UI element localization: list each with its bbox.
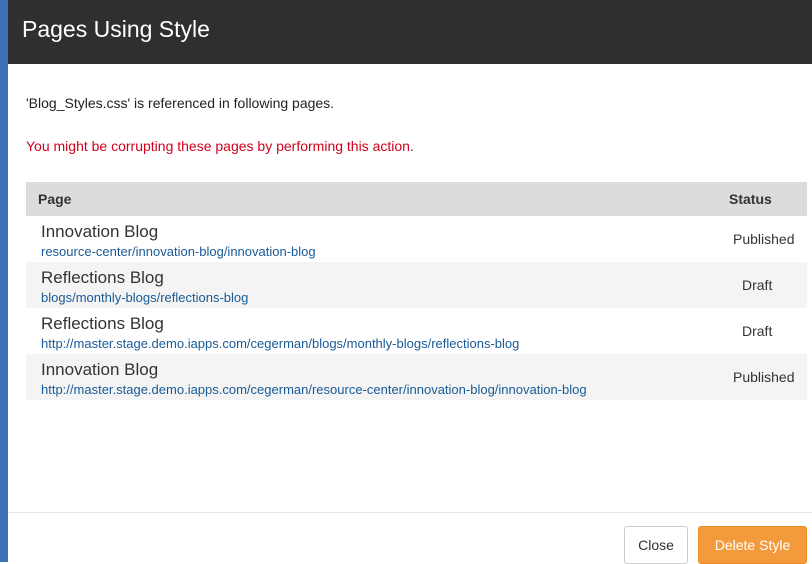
pages-table: Page Status Innovation Blog resource-cen…: [26, 182, 807, 400]
delete-style-button[interactable]: Delete Style: [698, 526, 807, 564]
page-status: Draft: [742, 277, 773, 293]
table-row: Reflections Blog http://master.stage.dem…: [26, 308, 807, 354]
table-row: Reflections Blog blogs/monthly-blogs/ref…: [26, 262, 807, 308]
close-button[interactable]: Close: [624, 526, 688, 564]
page-status: Published: [733, 369, 795, 385]
page-link[interactable]: resource-center/innovation-blog/innovati…: [41, 244, 316, 259]
pages-using-style-modal: Pages Using Style 'Blog_Styles.css' is r…: [8, 0, 812, 564]
intro-text: 'Blog_Styles.css' is referenced in follo…: [26, 95, 335, 111]
table-header: Page Status: [26, 182, 807, 216]
page-link[interactable]: http://master.stage.demo.iapps.com/ceger…: [41, 336, 519, 351]
footer-divider: [8, 512, 812, 513]
page-title: Reflections Blog: [41, 268, 164, 287]
page-title: Innovation Blog: [41, 222, 159, 241]
modal-title: Pages Using Style: [22, 16, 210, 42]
table-row: Innovation Blog resource-center/innovati…: [26, 216, 807, 262]
column-header-status: Status: [729, 191, 772, 207]
page-title: Reflections Blog: [41, 314, 164, 333]
warning-text: You might be corrupting these pages by p…: [26, 138, 414, 154]
page-link[interactable]: http://master.stage.demo.iapps.com/ceger…: [41, 382, 587, 397]
page-title: Innovation Blog: [41, 360, 159, 379]
column-header-page: Page: [38, 191, 72, 207]
page-link[interactable]: blogs/monthly-blogs/reflections-blog: [41, 290, 248, 305]
modal-header: Pages Using Style: [8, 0, 812, 64]
table-row: Innovation Blog http://master.stage.demo…: [26, 354, 807, 400]
page-status: Draft: [742, 323, 773, 339]
page-status: Published: [733, 231, 795, 247]
window-edge: [0, 0, 8, 562]
